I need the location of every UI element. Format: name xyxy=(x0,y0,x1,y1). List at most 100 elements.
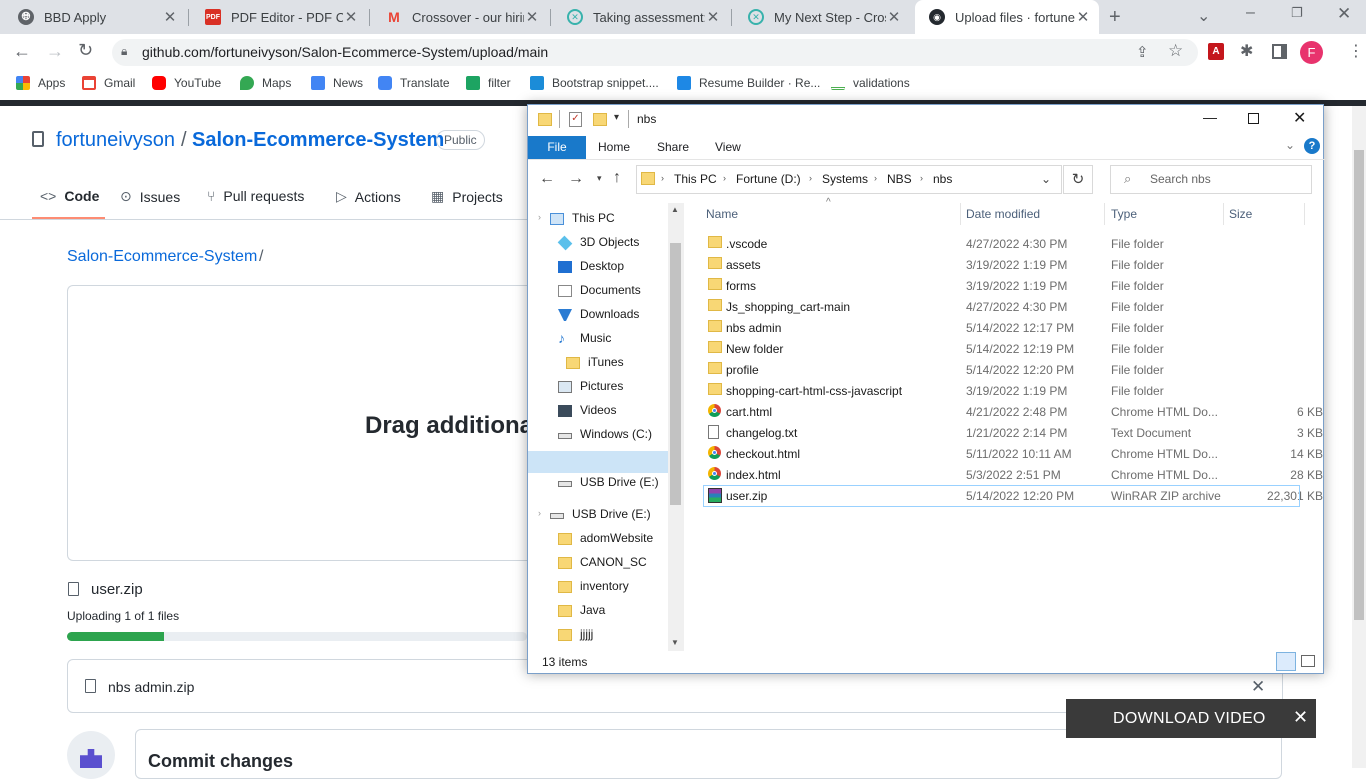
expand-ribbon-icon[interactable]: ⌄ xyxy=(1285,138,1295,152)
file-row[interactable]: cart.html 4/21/2022 2:48 PM Chrome HTML Do… xyxy=(703,401,1323,422)
browser-tab[interactable]: ◉ Upload files · fortunei ✕ xyxy=(915,0,1099,34)
tab-code[interactable]: <> Code xyxy=(40,188,99,204)
nav-scrollbar-thumb[interactable] xyxy=(670,243,681,505)
extensions-icon[interactable]: ✱ xyxy=(1240,41,1253,61)
close-tab-icon[interactable]: ✕ xyxy=(162,8,178,26)
new-folder-icon[interactable] xyxy=(593,113,607,126)
page-scrollbar-thumb[interactable] xyxy=(1354,150,1364,620)
nav-item[interactable]: › This PC xyxy=(528,207,668,229)
close-window-icon[interactable]: ✕ xyxy=(1337,4,1351,24)
bookmark-item[interactable]: Gmail xyxy=(82,76,135,90)
ribbon-view-tab[interactable]: View xyxy=(715,140,741,154)
bookmark-item[interactable]: Resume Builder · Re... xyxy=(677,76,820,90)
refresh-button[interactable]: ↻ xyxy=(1063,165,1093,194)
file-row[interactable]: .vscode 4/27/2022 4:30 PM File folder xyxy=(703,233,1303,254)
acrobat-extension-icon[interactable]: A xyxy=(1208,43,1224,60)
minimize-icon[interactable]: – xyxy=(1246,4,1255,22)
tab-issues[interactable]: ⊙ Issues xyxy=(120,188,180,205)
remove-file-icon[interactable]: ✕ xyxy=(1251,677,1265,697)
nav-item[interactable]: Java xyxy=(528,599,668,621)
file-row[interactable]: index.html 5/3/2022 2:51 PM Chrome HTML Do… xyxy=(703,464,1323,485)
nav-item[interactable]: iTunes xyxy=(528,351,668,373)
close-tab-icon[interactable]: ✕ xyxy=(524,8,540,26)
breadcrumb-item[interactable]: This PC xyxy=(674,172,717,186)
column-size[interactable]: Size xyxy=(1229,207,1252,221)
breadcrumb-chevron-icon[interactable]: › xyxy=(920,173,923,183)
breadcrumb-repo[interactable]: Salon-Ecommerce-System xyxy=(67,248,257,266)
nav-item[interactable]: Desktop xyxy=(528,255,668,277)
nav-item[interactable]: Pictures xyxy=(528,375,668,397)
close-icon[interactable]: ✕ xyxy=(1293,108,1306,128)
browser-tab[interactable]: PDF PDF Editor - PDF Conv✕ xyxy=(191,0,367,34)
file-row[interactable]: profile 5/14/2022 12:20 PM File folder xyxy=(703,359,1303,380)
breadcrumb-chevron-icon[interactable]: › xyxy=(809,173,812,183)
file-row[interactable]: changelog.txt 1/21/2022 2:14 PM Text Docum… xyxy=(703,422,1323,443)
page-scrollbar[interactable] xyxy=(1352,106,1366,768)
expand-chevron-icon[interactable]: › xyxy=(538,508,541,518)
side-panel-icon[interactable] xyxy=(1272,44,1287,59)
bookmark-item[interactable]: filter xyxy=(466,76,511,90)
tab-pull-requests[interactable]: ⑂ Pull requests xyxy=(207,188,304,204)
bookmark-item[interactable]: Bootstrap snippet.... xyxy=(530,76,659,90)
forward-button[interactable]: → xyxy=(568,170,584,188)
bookmark-star-icon[interactable]: ☆ xyxy=(1168,41,1183,61)
nav-item[interactable]: inventory xyxy=(528,575,668,597)
nav-item[interactable]: ♪ Music xyxy=(528,327,668,349)
share-icon[interactable]: ⇪ xyxy=(1136,43,1149,61)
browser-tab[interactable]: 🌐︎ BBD Apply ✕ xyxy=(4,0,186,34)
url-text[interactable]: github.com/fortuneivyson/Salon-Ecommerce… xyxy=(142,44,548,60)
file-row[interactable]: checkout.html 5/11/2022 10:11 AM Chrome HT… xyxy=(703,443,1323,464)
file-row[interactable]: New folder 5/14/2022 12:19 PM File folder xyxy=(703,338,1303,359)
column-type[interactable]: Type xyxy=(1111,207,1137,221)
download-video-bar[interactable]: DOWNLOAD VIDEO ✕ xyxy=(1066,699,1316,738)
nav-item[interactable]: Documents xyxy=(528,279,668,301)
breadcrumb-item[interactable]: nbs xyxy=(933,172,952,186)
ribbon-home-tab[interactable]: Home xyxy=(598,140,630,154)
breadcrumb-item[interactable]: NBS xyxy=(887,172,912,186)
nav-item[interactable]: Downloads xyxy=(528,303,668,325)
minimize-icon[interactable]: — xyxy=(1203,109,1217,125)
large-icons-view-icon[interactable] xyxy=(1301,655,1315,667)
close-tab-icon[interactable]: ✕ xyxy=(1075,8,1091,26)
up-button[interactable]: ↑ xyxy=(613,169,621,187)
close-tab-icon[interactable]: ✕ xyxy=(343,8,359,26)
bookmark-item[interactable]: YouTube xyxy=(152,76,221,90)
close-tab-icon[interactable]: ✕ xyxy=(886,8,902,26)
tab-search-icon[interactable]: ⌄ xyxy=(1197,6,1210,26)
search-box[interactable] xyxy=(1110,165,1312,194)
browser-tab[interactable]: ✕My Next Step - Crosso✕ xyxy=(734,0,910,34)
repo-owner-link[interactable]: fortuneivyson xyxy=(56,129,175,152)
scroll-up-icon[interactable]: ▲ xyxy=(671,205,679,214)
browser-tab[interactable]: M Crossover - our hiring✕ xyxy=(372,0,548,34)
back-button[interactable]: ← xyxy=(13,41,31,62)
forward-button[interactable]: → xyxy=(46,41,64,62)
file-row[interactable]: assets 3/19/2022 1:19 PM File folder xyxy=(703,254,1303,275)
expand-chevron-icon[interactable]: › xyxy=(538,212,541,222)
recent-locations-icon[interactable]: ▾ xyxy=(597,173,602,184)
ribbon-share-tab[interactable]: Share xyxy=(657,140,689,154)
breadcrumb-item[interactable]: Fortune (D:) xyxy=(736,172,801,186)
menu-icon[interactable]: ⋮ xyxy=(1348,41,1364,61)
help-icon[interactable]: ? xyxy=(1304,138,1320,154)
bookmark-item[interactable]: News xyxy=(311,76,363,90)
file-row[interactable]: Js_shopping_cart-main 4/27/2022 4:30 PM Fi… xyxy=(703,296,1303,317)
breadcrumb-chevron-icon[interactable]: › xyxy=(723,173,726,183)
back-button[interactable]: ← xyxy=(539,170,555,188)
nav-item[interactable]: USB Drive (E:) xyxy=(528,471,668,493)
bookmark-item[interactable]: Apps xyxy=(16,76,65,90)
download-video-label[interactable]: DOWNLOAD VIDEO xyxy=(1113,710,1266,728)
tab-actions[interactable]: ▷ Actions xyxy=(336,188,401,205)
search-placeholder[interactable]: Search nbs xyxy=(1150,172,1211,186)
quick-access-dropdown-icon[interactable]: ▾ xyxy=(614,112,619,123)
file-row[interactable]: nbs admin 5/14/2022 12:17 PM File folder xyxy=(703,317,1303,338)
restore-icon[interactable]: ❐ xyxy=(1291,5,1303,21)
nav-item[interactable]: Videos xyxy=(528,399,668,421)
close-download-bar-icon[interactable]: ✕ xyxy=(1293,707,1308,728)
new-tab-button[interactable]: + xyxy=(1109,6,1121,29)
nav-item[interactable]: adomWebsite xyxy=(528,527,668,549)
ribbon-file-tab[interactable]: File xyxy=(528,136,586,159)
scroll-down-icon[interactable]: ▼ xyxy=(671,638,679,647)
nav-item[interactable]: › USB Drive (E:) xyxy=(528,503,668,525)
breadcrumb-chevron-icon[interactable]: › xyxy=(874,173,877,183)
maximize-icon[interactable] xyxy=(1248,113,1259,124)
